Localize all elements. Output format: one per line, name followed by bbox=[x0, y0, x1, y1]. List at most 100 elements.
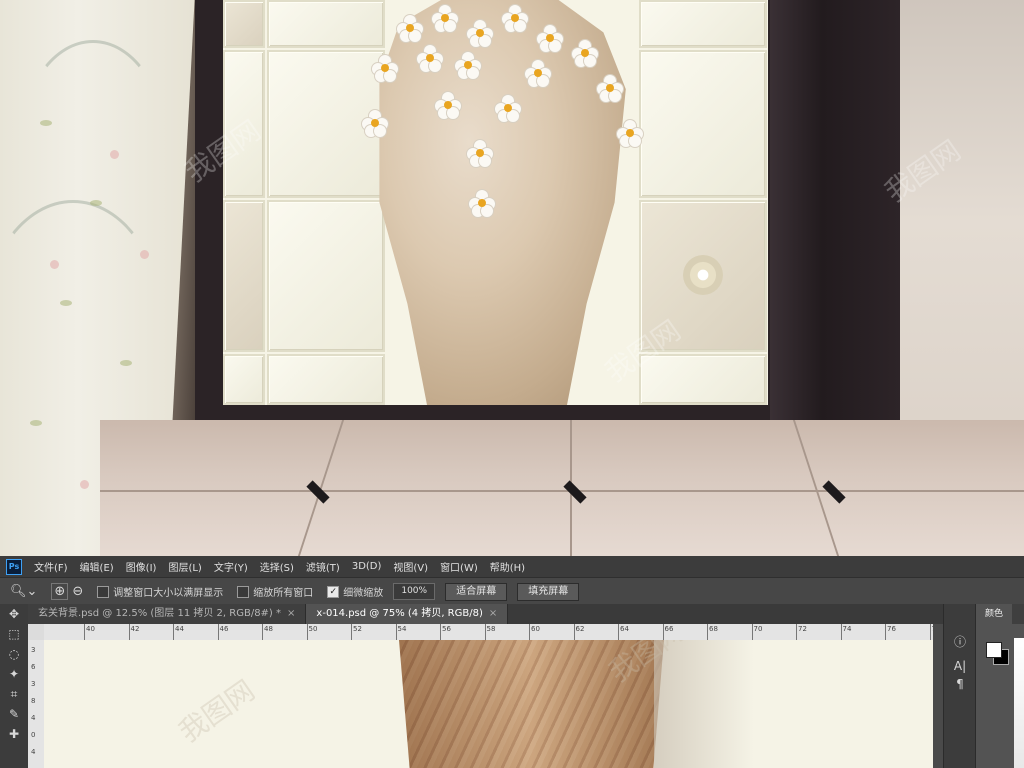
watermark: 我图网 bbox=[172, 673, 261, 749]
menu-layer[interactable]: 图层(L) bbox=[168, 559, 201, 574]
ruler-tick bbox=[707, 624, 708, 640]
close-icon[interactable]: × bbox=[287, 608, 295, 619]
ruler-tick bbox=[484, 624, 486, 640]
ruler-tick bbox=[751, 624, 753, 640]
ruler-tick bbox=[840, 624, 842, 640]
scrubby-zoom-checkbox[interactable]: ✓ 细微缩放 bbox=[327, 584, 383, 599]
ruler-label: 42 bbox=[130, 625, 140, 633]
ruler-label: 44 bbox=[175, 625, 184, 633]
ruler-tick bbox=[529, 624, 530, 640]
menu-window[interactable]: 窗口(W) bbox=[440, 559, 478, 574]
ruler-label: 4 bbox=[31, 714, 36, 722]
ruler-label: 62 bbox=[575, 625, 585, 633]
ruler-tick bbox=[217, 624, 219, 640]
ruler-tick bbox=[173, 624, 174, 640]
ruler-tick bbox=[306, 624, 308, 640]
fill-screen-button[interactable]: 填充屏幕 bbox=[517, 582, 580, 601]
ruler-label: 50 bbox=[308, 625, 318, 633]
zoom-percentage-field[interactable]: 100% bbox=[393, 583, 436, 600]
checkmark-icon: ✓ bbox=[327, 585, 340, 598]
photoshop-window: Ps 文件(F) 编辑(E) 图像(I) 图层(L) 文字(Y) 选择(S) 滤… bbox=[0, 556, 1024, 768]
menu-file[interactable]: 文件(F) bbox=[34, 559, 68, 574]
tab-document-1[interactable]: 玄关背景.psd @ 12.5% (图层 11 拷贝 2, RGB/8#) * × bbox=[28, 604, 307, 624]
door-panel bbox=[770, 0, 900, 430]
document-tabs: 玄关背景.psd @ 12.5% (图层 11 拷贝 2, RGB/8#) * ×… bbox=[28, 604, 943, 624]
tab-document-2[interactable]: x-014.psd @ 75% (4 拷贝, RGB/8) × bbox=[306, 604, 509, 624]
ruler-label: 4 bbox=[31, 748, 36, 756]
menu-image[interactable]: 图像(I) bbox=[126, 559, 157, 574]
crystal-ornament bbox=[683, 255, 723, 295]
ruler-label: 68 bbox=[709, 625, 718, 633]
ruler-label: 76 bbox=[887, 625, 896, 633]
ruler-label: 52 bbox=[353, 625, 362, 633]
checkbox-icon bbox=[237, 585, 250, 598]
ruler-corner[interactable] bbox=[28, 624, 45, 641]
lasso-icon[interactable]: ◌ bbox=[0, 644, 28, 664]
zoom-all-windows-checkbox[interactable]: 缩放所有窗口 bbox=[237, 584, 313, 599]
checkbox-icon bbox=[97, 585, 110, 598]
ruler-label: 74 bbox=[842, 625, 852, 633]
ruler-tick bbox=[128, 624, 130, 640]
document-canvas[interactable]: 我图网 我图网 bbox=[44, 640, 933, 768]
marquee-icon[interactable]: ⬚ bbox=[0, 624, 28, 644]
menu-filter[interactable]: 滤镜(T) bbox=[306, 559, 340, 574]
menu-type[interactable]: 文字(Y) bbox=[214, 559, 248, 574]
tools-panel: ✥ ⬚ ◌ ✦ ⌗ ✎ ✚ bbox=[0, 604, 29, 768]
close-icon[interactable]: × bbox=[489, 608, 497, 619]
ruler-label: 3 bbox=[31, 646, 36, 654]
tab-color[interactable]: 颜色 bbox=[976, 604, 1012, 624]
photoshop-logo: Ps bbox=[6, 558, 22, 575]
zoom-in-icon[interactable]: ⊕ bbox=[51, 583, 69, 600]
ruler-label: 46 bbox=[219, 625, 229, 633]
preview-photo: 我图网 我图网 我图网 bbox=[0, 0, 1024, 556]
horizontal-ruler[interactable]: 4042444648505254565860626466687072747678 bbox=[44, 624, 943, 641]
ruler-label: 40 bbox=[86, 625, 95, 633]
ruler-label: 8 bbox=[31, 697, 36, 705]
vase bbox=[357, 0, 643, 405]
ruler-label: 0 bbox=[31, 731, 36, 739]
ruler-label: 58 bbox=[486, 625, 496, 633]
menu-help[interactable]: 帮助(H) bbox=[490, 559, 525, 574]
tab-swatches[interactable] bbox=[1012, 604, 1024, 624]
resize-windows-checkbox[interactable]: 调整窗口大小以满屏显示 bbox=[97, 584, 223, 599]
marble-floor bbox=[100, 420, 1024, 556]
ruler-tick bbox=[573, 624, 575, 640]
zoom-out-icon[interactable]: ⊖ bbox=[72, 584, 83, 599]
ruler-tick bbox=[929, 624, 931, 640]
fit-screen-button[interactable]: 适合屏幕 bbox=[445, 582, 508, 601]
ruler-tick bbox=[662, 624, 664, 640]
ruler-label: 64 bbox=[620, 625, 629, 633]
ruler-label: 54 bbox=[397, 625, 407, 633]
ruler-label: 70 bbox=[753, 625, 763, 633]
info-icon[interactable]: ⓘ bbox=[944, 630, 976, 654]
ruler-label: 66 bbox=[664, 625, 674, 633]
move-icon[interactable]: ✥ bbox=[0, 604, 28, 624]
vertical-scrollbar[interactable] bbox=[933, 624, 943, 768]
vase-texture bbox=[399, 640, 664, 768]
ruler-label: 48 bbox=[264, 625, 273, 633]
vertical-ruler[interactable]: 3 6 3 8 4 0 4 bbox=[28, 640, 45, 768]
menu-view[interactable]: 视图(V) bbox=[393, 559, 428, 574]
ruler-tick bbox=[796, 624, 797, 640]
ruler-label: 6 bbox=[31, 663, 36, 671]
zoom-tool-icon[interactable]: 🔍︎⌄ bbox=[10, 584, 37, 599]
healing-brush-icon[interactable]: ✚ bbox=[0, 724, 28, 744]
ruler-label: 72 bbox=[798, 625, 807, 633]
ruler-tick bbox=[262, 624, 263, 640]
paragraph-icon[interactable]: ¶ bbox=[944, 672, 976, 696]
menu-edit[interactable]: 编辑(E) bbox=[80, 559, 114, 574]
eyedropper-icon[interactable]: ✎ bbox=[0, 704, 28, 724]
ruler-tick bbox=[618, 624, 619, 640]
color-panel: 颜色 bbox=[975, 604, 1024, 768]
menu-select[interactable]: 选择(S) bbox=[260, 559, 294, 574]
menu-3d[interactable]: 3D(D) bbox=[352, 561, 382, 572]
ruler-tick bbox=[440, 624, 441, 640]
color-picker-field[interactable] bbox=[1014, 638, 1024, 768]
ruler-tick bbox=[395, 624, 397, 640]
foreground-color-swatch[interactable] bbox=[986, 642, 1002, 658]
ruler-tick bbox=[84, 624, 85, 640]
crop-icon[interactable]: ⌗ bbox=[0, 684, 28, 704]
ruler-tick bbox=[885, 624, 886, 640]
magic-wand-icon[interactable]: ✦ bbox=[0, 664, 28, 684]
ruler-tick bbox=[351, 624, 352, 640]
